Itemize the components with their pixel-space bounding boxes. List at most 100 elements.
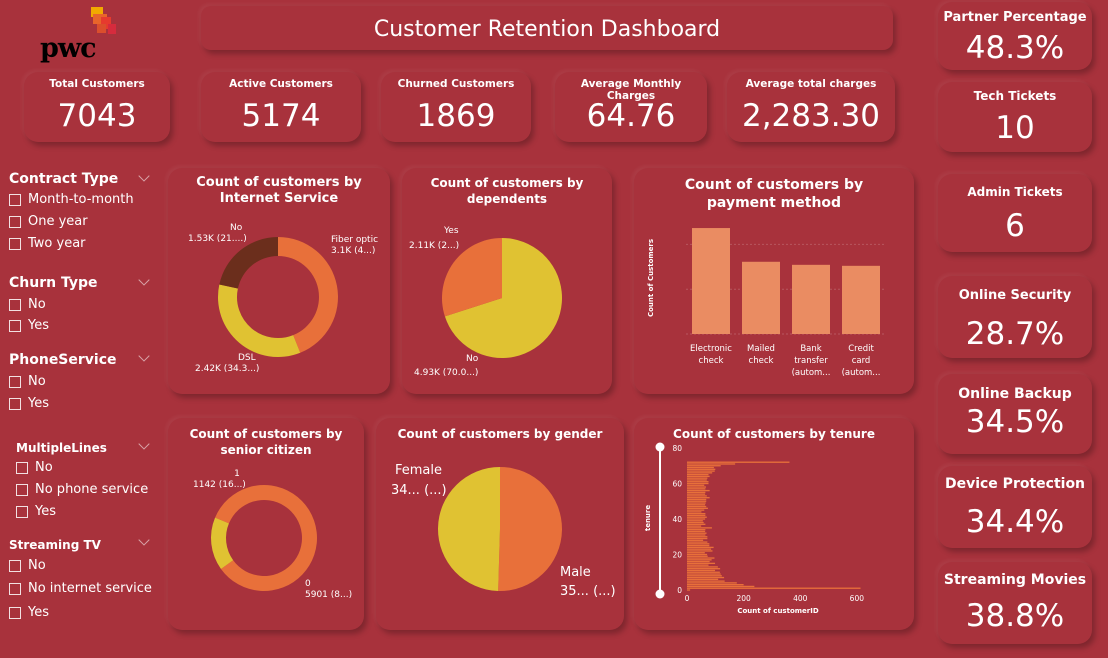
bar (687, 573, 721, 575)
filter-option[interactable]: Yes (9, 318, 49, 333)
pie-slice (498, 467, 562, 591)
dependents-pie: Yes 2.11K (2...) No 4.93K (70.0...) (409, 226, 562, 378)
side-kpi-online-security: Online Security 28.7% (938, 276, 1092, 358)
bar (687, 571, 720, 573)
filter-title-multiple-lines: MultipleLines (16, 441, 107, 455)
chart-internet-service: Count of customers by Internet Service F… (168, 168, 390, 394)
checkbox[interactable] (16, 483, 28, 496)
checkbox[interactable] (9, 298, 21, 311)
checkbox[interactable] (9, 193, 21, 206)
filter-option[interactable]: Month-to-month (9, 192, 134, 207)
data-label-value: 34... (...) (391, 483, 447, 498)
data-label-value: 2.42K (34.3...) (195, 364, 259, 374)
chevron-down-icon[interactable] (138, 534, 150, 546)
side-kpi-tech-tickets: Tech Tickets 10 (938, 82, 1092, 152)
kpi-churned-customers: Churned Customers 1869 (381, 72, 531, 142)
filter-option[interactable]: No phone service (16, 482, 148, 497)
internet-service-donut: Fiber optic3.1K (4...) DSL2.42K (34.3...)… (188, 223, 378, 374)
bar (687, 520, 703, 522)
tenure-bar-chart: 0 20 40 60 80 0 200 400 600 Count of customerID te… (644, 442, 864, 615)
filter-option[interactable]: No (16, 460, 53, 475)
y-tick-label: 0 (677, 586, 682, 595)
bar (687, 475, 710, 478)
bar (687, 576, 725, 579)
bar (687, 564, 709, 566)
bar (687, 523, 706, 525)
filter-option-label: No (28, 558, 46, 573)
side-kpi-device-protection: Device Protection 34.4% (938, 466, 1092, 548)
checkbox[interactable] (9, 606, 21, 619)
chevron-down-icon[interactable] (138, 170, 150, 182)
checkbox[interactable] (9, 559, 21, 572)
slider-handle (655, 589, 665, 599)
filter-option[interactable]: Yes (9, 396, 49, 411)
filter-option-label: Two year (28, 236, 86, 251)
checkbox[interactable] (9, 215, 21, 228)
filter-option[interactable]: No (9, 374, 46, 389)
side-kpi-online-backup: Online Backup 34.5% (938, 374, 1092, 454)
chevron-down-icon[interactable] (138, 274, 150, 286)
bar (687, 525, 702, 527)
bar (687, 560, 710, 563)
x-tick-label: card (852, 356, 871, 366)
bar (687, 527, 712, 529)
bar (742, 261, 780, 334)
filter-title-contract-type: Contract Type (9, 171, 119, 187)
filter-option[interactable]: No internet service (9, 581, 152, 596)
filter-option[interactable]: Yes (16, 504, 56, 519)
filter-option[interactable]: Two year (9, 236, 86, 251)
x-tick-label: 400 (793, 594, 808, 603)
filter-title-streaming-tv: Streaming TV (9, 538, 101, 552)
x-tick-label: check (749, 356, 774, 366)
side-kpi-label: Partner Percentage (943, 10, 1087, 25)
kpi-value: 2,283.30 (741, 98, 881, 134)
bar (792, 264, 830, 334)
chevron-down-icon[interactable] (138, 350, 150, 362)
checkbox[interactable] (9, 319, 21, 332)
bar (687, 532, 707, 534)
pie-slice (437, 467, 500, 591)
data-label-name: Fiber optic (331, 235, 378, 245)
data-label-value: 3.1K (4...) (331, 246, 375, 256)
data-label-name: Yes (443, 226, 459, 236)
bar (687, 486, 706, 488)
bar (687, 543, 710, 545)
payment-method-bar-chart: Electronic check Mailed check Bank transfer (a… (647, 228, 886, 378)
x-tick-label: Bank (800, 344, 821, 354)
checkbox[interactable] (9, 237, 21, 250)
kpi-label: Total Customers (49, 78, 145, 90)
chevron-down-icon[interactable] (138, 438, 150, 450)
pie-slice (278, 237, 338, 353)
data-label-value: 1142 (16...) (193, 480, 246, 490)
filter-option[interactable]: One year (9, 214, 88, 229)
data-label-name: Male (560, 565, 591, 580)
checkbox[interactable] (9, 375, 21, 388)
side-kpi-admin-tickets: Admin Tickets 6 (938, 174, 1092, 252)
bar (687, 536, 708, 538)
bar (687, 541, 708, 543)
bar (687, 488, 706, 490)
checkbox[interactable] (9, 397, 21, 410)
bar (687, 482, 709, 485)
x-tick-label: Credit (848, 344, 874, 354)
side-kpi-label: Online Backup (958, 386, 1072, 402)
y-tick-label: 40 (672, 515, 682, 524)
bar (687, 461, 790, 463)
page-title: Customer Retention Dashboard (373, 17, 721, 42)
bar (687, 481, 709, 483)
data-label-name: Female (395, 463, 442, 478)
checkbox[interactable] (16, 461, 28, 474)
x-tick-label: (autom... (792, 368, 831, 378)
checkbox[interactable] (16, 505, 28, 518)
x-tick-label: 0 (685, 594, 690, 603)
y-tick-label: 20 (672, 551, 682, 560)
filter-option[interactable]: No (9, 297, 46, 312)
side-kpi-value: 10 (995, 110, 1035, 146)
side-kpi-partner-percentage: Partner Percentage 48.3% (938, 2, 1092, 70)
bar (687, 539, 704, 541)
filter-option[interactable]: No (9, 558, 46, 573)
pie-slice (218, 284, 301, 358)
filter-option[interactable]: Yes (9, 605, 49, 620)
kpi-average-monthly-charges: Average Monthly Charges 64.76 (555, 72, 707, 142)
checkbox[interactable] (9, 582, 21, 595)
